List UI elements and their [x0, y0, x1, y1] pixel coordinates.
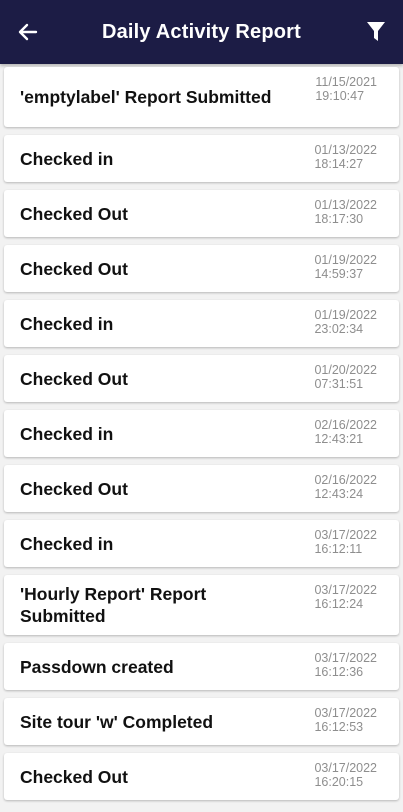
timestamp: 03/17/2022 16:20:15 — [314, 761, 377, 789]
timestamp: 11/15/2021 19:10:47 — [315, 75, 377, 103]
timestamp: 03/17/2022 16:12:24 — [314, 583, 377, 611]
timestamp-time: 16:12:53 — [314, 720, 364, 734]
list-item[interactable]: Checked Out 01/19/2022 14:59:37 — [4, 245, 399, 292]
timestamp-time: 16:12:36 — [314, 665, 364, 679]
timestamp-time: 19:10:47 — [315, 89, 365, 103]
filter-button[interactable] — [363, 19, 389, 45]
timestamp-date: 01/19/2022 — [314, 253, 377, 267]
list-item[interactable]: Checked in 02/16/2022 12:43:21 — [4, 410, 399, 457]
timestamp-time: 18:17:30 — [314, 212, 364, 226]
filter-icon — [367, 22, 385, 41]
timestamp-time: 12:43:24 — [314, 487, 364, 501]
list-item[interactable]: Checked in 01/13/2022 18:14:27 — [4, 135, 399, 182]
timestamp-date: 02/16/2022 — [314, 418, 377, 432]
timestamp: 01/13/2022 18:17:30 — [314, 198, 377, 226]
list-item[interactable]: Checked Out 01/13/2022 18:17:30 — [4, 190, 399, 237]
page-title: Daily Activity Report — [101, 21, 302, 43]
timestamp-date: 03/17/2022 — [314, 651, 377, 665]
timestamp-time: 18:14:27 — [314, 157, 364, 171]
list-item[interactable]: 'Hourly Report' Report Submitted 03/17/20… — [4, 575, 399, 635]
list-item[interactable]: Checked Out 02/16/2022 12:43:24 — [4, 465, 399, 512]
timestamp: 01/13/2022 18:14:27 — [314, 143, 377, 171]
list-item[interactable]: Checked in 03/17/2022 16:12:11 — [4, 520, 399, 567]
list-item[interactable]: 'emptylabel' Report Submitted 11/15/2021 1… — [4, 67, 399, 127]
timestamp-date: 03/17/2022 — [314, 583, 377, 597]
timestamp-date: 01/13/2022 — [314, 198, 377, 212]
timestamp: 01/19/2022 23:02:34 — [314, 308, 377, 336]
app-bar: Daily Activity Report — [0, 0, 403, 64]
list-item[interactable]: Passdown created 03/17/2022 16:12:36 — [4, 643, 399, 690]
timestamp-time: 16:12:24 — [314, 597, 364, 611]
activity-list: 'emptylabel' Report Submitted 11/15/2021 1… — [0, 64, 403, 800]
timestamp-time: 16:20:15 — [314, 775, 364, 789]
timestamp-date: 01/19/2022 — [314, 308, 377, 322]
timestamp-date: 03/17/2022 — [314, 528, 377, 542]
timestamp-date: 02/16/2022 — [314, 473, 377, 487]
timestamp-time: 12:43:21 — [314, 432, 364, 446]
list-item[interactable]: Checked in 01/19/2022 23:02:34 — [4, 300, 399, 347]
timestamp-date: 01/20/2022 — [314, 363, 377, 377]
timestamp: 03/17/2022 16:12:53 — [314, 706, 377, 734]
timestamp-date: 03/17/2022 — [314, 761, 377, 775]
timestamp-time: 23:02:34 — [314, 322, 364, 336]
timestamp-time: 16:12:11 — [314, 542, 363, 556]
list-item[interactable]: Checked Out 03/17/2022 16:20:15 — [4, 753, 399, 800]
timestamp: 01/19/2022 14:59:37 — [314, 253, 377, 281]
timestamp: 03/17/2022 16:12:11 — [314, 528, 377, 556]
timestamp: 02/16/2022 12:43:24 — [314, 473, 377, 501]
timestamp-time: 14:59:37 — [314, 267, 364, 281]
timestamp-date: 11/15/2021 — [315, 75, 377, 89]
timestamp-date: 03/17/2022 — [314, 706, 377, 720]
timestamp-date: 01/13/2022 — [314, 143, 377, 157]
timestamp: 01/20/2022 07:31:51 — [314, 363, 377, 391]
timestamp-time: 07:31:51 — [314, 377, 364, 391]
list-item[interactable]: Site tour 'w' Completed 03/17/2022 16:12:5… — [4, 698, 399, 745]
timestamp: 03/17/2022 16:12:36 — [314, 651, 377, 679]
timestamp: 02/16/2022 12:43:21 — [314, 418, 377, 446]
list-item[interactable]: Checked Out 01/20/2022 07:31:51 — [4, 355, 399, 402]
